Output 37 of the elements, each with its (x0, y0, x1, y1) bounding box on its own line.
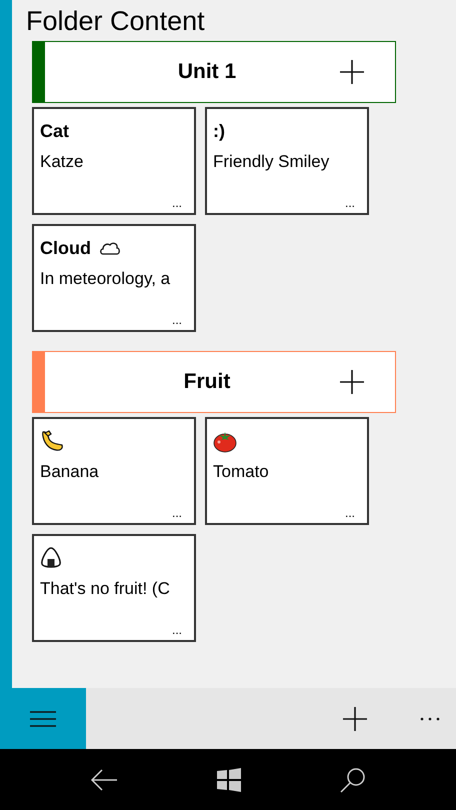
page-title: Folder Content (25, 5, 206, 38)
more-link[interactable]: ... (172, 507, 182, 519)
card-title: Cloud (40, 236, 91, 260)
note-card[interactable]: Tomato ... (205, 417, 369, 525)
add-icon[interactable] (339, 369, 365, 395)
more-icon[interactable] (420, 716, 440, 720)
note-card[interactable]: Cat Katze ... (32, 107, 196, 215)
back-icon[interactable] (90, 768, 118, 792)
group-header[interactable]: Fruit (32, 351, 396, 413)
group-title: Unit 1 (176, 59, 238, 86)
note-card[interactable]: Banana ... (32, 417, 196, 525)
card-title: Cat (40, 120, 70, 142)
more-link[interactable]: ... (344, 507, 355, 519)
card-text: In meteorology, a (40, 268, 172, 290)
more-link[interactable]: ... (172, 624, 182, 636)
card-text: Banana (40, 461, 100, 483)
banana-icon (40, 429, 64, 453)
more-link[interactable]: ... (172, 197, 182, 209)
card-text: Tomato (213, 461, 270, 483)
add-icon[interactable] (339, 59, 365, 85)
more-link[interactable]: ... (172, 314, 182, 326)
note-card[interactable]: Cloud In meteorology, a ... (32, 224, 196, 332)
card-text: Katze (40, 151, 84, 173)
menu-icon (30, 710, 56, 726)
card-title: :) (213, 120, 225, 143)
add-icon[interactable] (342, 706, 368, 732)
search-icon[interactable] (340, 766, 366, 792)
card-text: Friendly Smiley (213, 151, 330, 173)
note-card[interactable]: That's no fruit! (C ... (32, 534, 196, 642)
menu-button[interactable] (0, 688, 86, 749)
card-text: That's no fruit! (C (40, 578, 171, 600)
group-title: Fruit (182, 369, 232, 396)
windows-icon[interactable] (216, 768, 241, 792)
group-header[interactable]: Unit 1 (32, 41, 396, 103)
cloud-icon (99, 241, 121, 255)
more-link[interactable]: ... (344, 197, 355, 209)
note-card[interactable]: :) Friendly Smiley ... (205, 107, 369, 215)
